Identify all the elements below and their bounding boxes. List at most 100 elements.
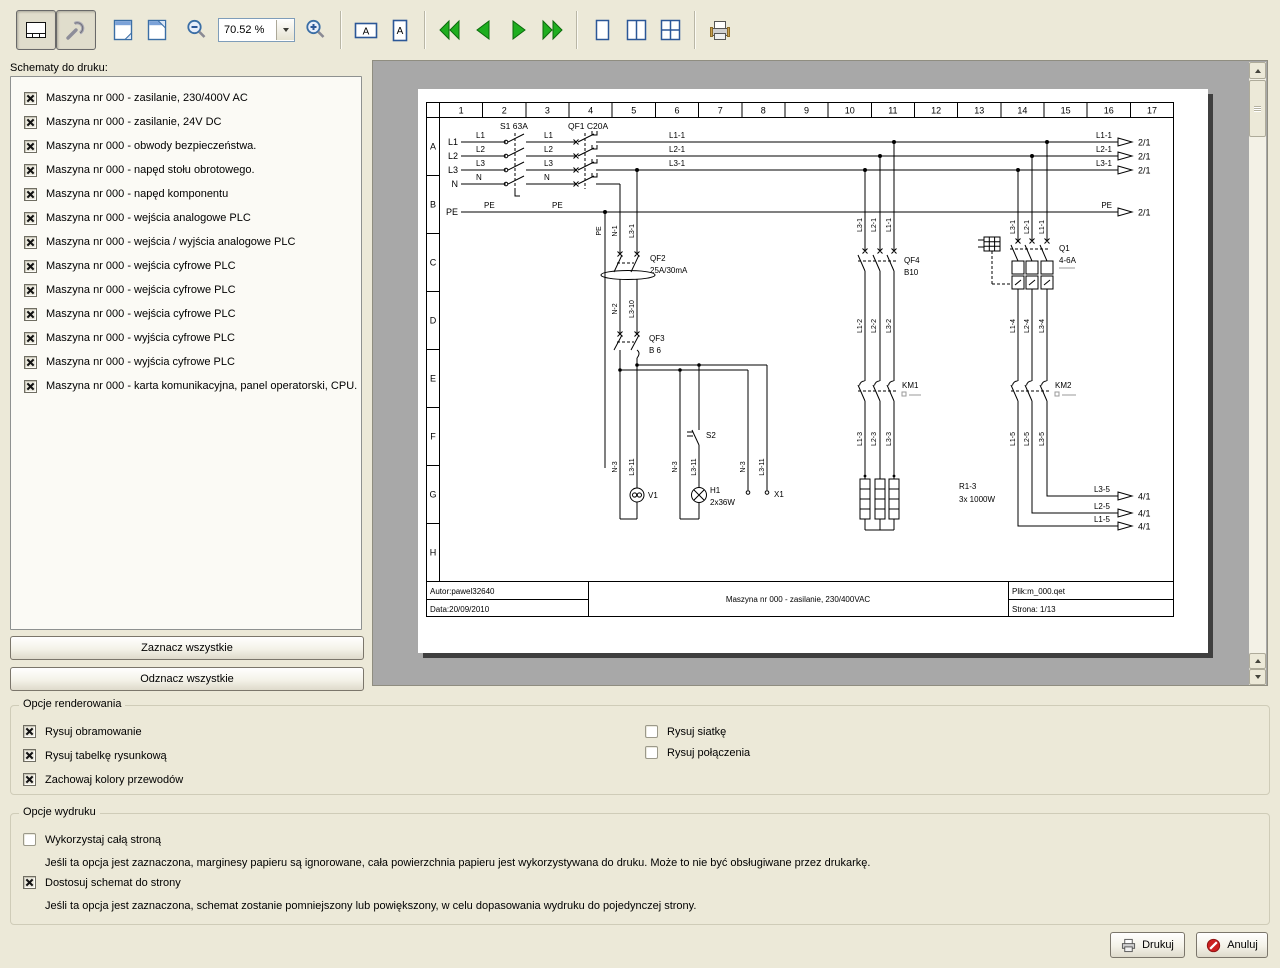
checkbox-checked[interactable] (23, 773, 36, 786)
component-label: KM1 (902, 381, 919, 390)
checkbox-checked[interactable] (24, 332, 37, 345)
column-label: 10 (845, 106, 855, 116)
printer-icon (707, 17, 733, 43)
select-all-button[interactable]: Zaznacz wszystkie (10, 636, 364, 660)
list-item[interactable]: Maszyna nr 000 - zasilanie, 230/400V AC (11, 86, 361, 110)
print-button[interactable]: Drukuj (1110, 932, 1185, 958)
settings-button[interactable] (56, 10, 96, 50)
checkbox-checked[interactable] (24, 356, 37, 369)
zoom-dropdown-arrow[interactable] (276, 20, 294, 40)
list-item[interactable]: Maszyna nr 000 - wyjścia cyfrowe PLC (11, 350, 361, 374)
cancel-button[interactable]: Anuluj (1196, 932, 1268, 958)
previous-page-button[interactable] (467, 10, 501, 50)
orientation-portrait-button[interactable]: A (383, 10, 417, 50)
checkbox-checked[interactable] (24, 212, 37, 225)
fit-page-button[interactable] (106, 10, 140, 50)
scroll-up-button[interactable] (1249, 62, 1266, 79)
checkbox-checked[interactable] (24, 164, 37, 177)
fit-width-button[interactable] (140, 10, 174, 50)
toolbar-separator (576, 11, 578, 49)
checkbox-checked[interactable] (23, 876, 36, 889)
checkbox-checked[interactable] (23, 749, 36, 762)
checkbox-checked[interactable] (24, 188, 37, 201)
list-item[interactable]: Maszyna nr 000 - napęd stołu obrotowego. (11, 158, 361, 182)
single-page-view-icon (589, 17, 615, 43)
wire-label: N-3 (672, 461, 679, 472)
checkbox-checked[interactable] (24, 260, 37, 273)
list-item[interactable]: Maszyna nr 000 - napęd komponentu (11, 182, 361, 206)
view-single-page-button[interactable] (585, 10, 619, 50)
scroll-up-button-bottom[interactable] (1249, 653, 1266, 669)
wire-label: L2-1 (1024, 220, 1031, 234)
checkbox-checked[interactable] (24, 140, 37, 153)
first-page-icon (437, 17, 463, 43)
zoom-out-button[interactable] (180, 10, 214, 50)
list-item[interactable]: Maszyna nr 000 - wejścia / wyjścia analo… (11, 230, 361, 254)
xref-page: 2/1 (1138, 152, 1151, 162)
first-page-button[interactable] (433, 10, 467, 50)
list-item[interactable]: Maszyna nr 000 - karta komunikacyjna, pa… (11, 374, 361, 398)
list-item[interactable]: Maszyna nr 000 - wejścia analogowe PLC (11, 206, 361, 230)
zoom-in-button[interactable] (299, 10, 333, 50)
list-item-label: Maszyna nr 000 - napęd stołu obrotowego. (46, 164, 255, 176)
preview-vertical-scrollbar[interactable] (1249, 62, 1266, 685)
wire-label: L1 (544, 131, 553, 140)
titleblock-date: Data:20/09/2010 (430, 605, 490, 614)
next-page-button[interactable] (501, 10, 535, 50)
view-two-pages-button[interactable] (619, 10, 653, 50)
xref-label: L3-1 (1096, 159, 1113, 168)
checkbox-checked[interactable] (24, 236, 37, 249)
view-four-pages-button[interactable] (653, 10, 687, 50)
list-item[interactable]: Maszyna nr 000 - wejścia cyfrowe PLC (11, 302, 361, 326)
option-row[interactable]: Rysuj obramowanie (23, 725, 142, 738)
list-item[interactable]: Maszyna nr 000 - obwody bezpieczeństwa. (11, 134, 361, 158)
option-row[interactable]: Wykorzystaj całą stroną (23, 833, 161, 846)
wires (461, 131, 1118, 530)
option-row[interactable]: Dostosuj schemat do strony (23, 876, 181, 889)
zoom-level-value[interactable]: 70.52 % (219, 24, 276, 36)
list-item[interactable]: Maszyna nr 000 - zasilanie, 24V DC (11, 110, 361, 134)
print-toolbar-button[interactable] (703, 10, 737, 50)
option-row[interactable]: Rysuj tabelkę rysunkową (23, 749, 167, 762)
schematics-list[interactable]: Maszyna nr 000 - zasilanie, 230/400V AC … (10, 76, 362, 630)
option-row[interactable]: Rysuj połączenia (645, 746, 750, 759)
column-label: 11 (888, 106, 897, 116)
column-label: 1 (459, 106, 464, 116)
checkbox-checked[interactable] (24, 308, 37, 321)
xref-page: 4/1 (1138, 509, 1151, 519)
bus-label: L2 (448, 151, 458, 161)
checkbox-checked[interactable] (24, 284, 37, 297)
titleblock-mode-button[interactable] (16, 10, 56, 50)
orientation-landscape-button[interactable]: A (349, 10, 383, 50)
print-dialog-window: { "toolbar": { "zoom_value": "70.52 %", … (0, 0, 1280, 968)
checkbox-checked[interactable] (23, 725, 36, 738)
wire-label: L3-11 (629, 458, 636, 475)
checkbox-unchecked[interactable] (645, 725, 658, 738)
row-label: D (430, 316, 437, 326)
zoom-level-combobox[interactable]: 70.52 % (218, 18, 295, 42)
list-item[interactable]: Maszyna nr 000 - wejścia cyfrowe PLC (11, 278, 361, 302)
option-row[interactable]: Rysuj siatkę (645, 725, 726, 738)
wire-label: L3-3 (886, 432, 893, 446)
print-preview-area[interactable]: 1 2 3 4 5 6 7 8 9 10 11 12 13 14 15 16 1… (372, 60, 1268, 686)
scroll-down-button[interactable] (1249, 669, 1266, 685)
checkbox-checked[interactable] (24, 116, 37, 129)
component-ref-marks (902, 268, 1076, 396)
column-label: 9 (804, 106, 809, 116)
checkbox-unchecked[interactable] (23, 833, 36, 846)
list-item[interactable]: Maszyna nr 000 - wyjścia cyfrowe PLC (11, 326, 361, 350)
xref-page: 2/1 (1138, 138, 1151, 148)
row-label: B (430, 200, 436, 210)
row-label: A (430, 142, 436, 152)
checkbox-checked[interactable] (24, 92, 37, 105)
checkbox-label: Rysuj siatkę (667, 726, 726, 738)
checkbox-unchecked[interactable] (645, 746, 658, 759)
checkbox-checked[interactable] (24, 380, 37, 393)
last-page-button[interactable] (535, 10, 569, 50)
scrollbar-thumb[interactable] (1249, 80, 1266, 137)
deselect-all-button[interactable]: Odznacz wszystkie (10, 667, 364, 691)
list-item[interactable]: Maszyna nr 000 - wejścia cyfrowe PLC (11, 254, 361, 278)
printer-icon (1121, 938, 1136, 953)
render-options-title: Opcje renderowania (19, 698, 125, 710)
option-row[interactable]: Zachowaj kolory przewodów (23, 773, 183, 786)
